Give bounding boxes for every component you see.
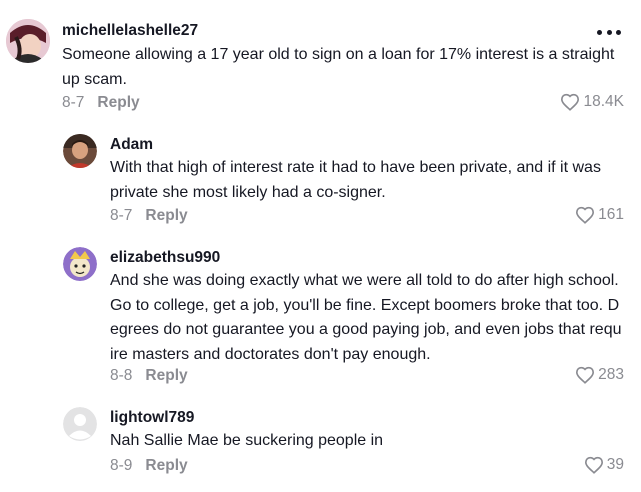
avatar[interactable] [63,134,97,168]
heart-outline-icon [584,456,603,474]
avatar-image [63,247,97,281]
comment-text: With that high of interest rate it had t… [110,159,601,201]
like-button[interactable]: 18.4K [560,93,624,111]
comment-username[interactable]: lightowl789 [110,409,194,427]
avatar-image [6,19,50,63]
comment-date: 8-7 [110,207,133,224]
comment-meta: 8-8 Reply [110,367,188,385]
like-button[interactable]: 283 [575,366,624,384]
default-avatar-icon [63,407,97,441]
comment-date: 8-7 [62,94,85,111]
like-count: 39 [606,456,624,473]
like-count: 283 [598,366,624,383]
comment-meta: 8-7 Reply [62,94,140,112]
heart-outline-icon [561,93,580,111]
like-count: 18.4K [583,93,624,110]
heart-outline-icon [576,206,595,224]
avatar[interactable] [63,247,97,281]
like-button[interactable]: 161 [575,206,624,224]
comment-username[interactable]: Adam [110,136,153,154]
comment-text: And she was doing exactly what we were a… [110,272,622,363]
comment-username[interactable]: elizabethsu990 [110,249,220,267]
comment-username[interactable]: michellelashelle27 [62,22,198,40]
avatar[interactable] [6,19,50,63]
comment-meta: 8-9 Reply [110,457,188,475]
comment-date: 8-9 [110,457,133,474]
like-button[interactable]: 39 [584,456,624,474]
comment-text: Someone allowing a 17 year old to sign o… [62,46,615,88]
avatar-image [63,134,97,168]
comment-date: 8-8 [110,367,133,384]
comment-meta: 8-7 Reply [110,207,188,225]
avatar[interactable] [63,407,97,441]
more-options-icon[interactable] [597,28,621,36]
reply-button[interactable]: Reply [145,207,187,224]
reply-button[interactable]: Reply [145,457,187,474]
comment-text: Nah Sallie Mae be suckering people in [110,432,384,449]
reply-button[interactable]: Reply [145,367,187,384]
heart-outline-icon [576,366,595,384]
like-count: 161 [598,206,624,223]
reply-button[interactable]: Reply [97,94,139,111]
